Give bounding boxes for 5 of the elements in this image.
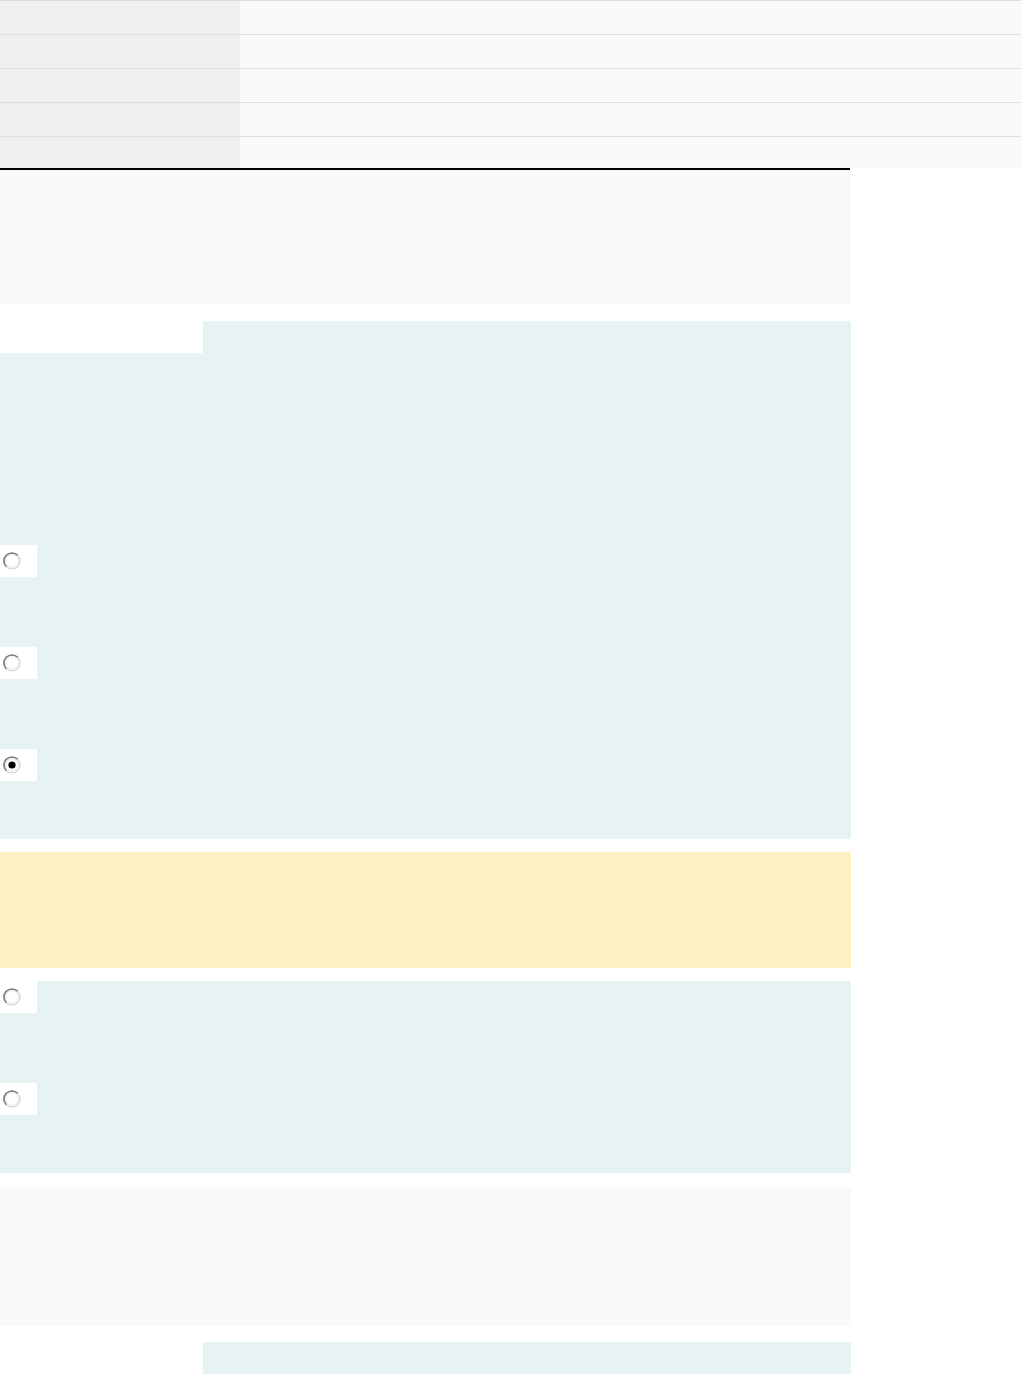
radio-button[interactable] [0,545,37,577]
radio-button[interactable] [0,1083,37,1115]
radio-button[interactable] [0,749,37,781]
radio-button[interactable] [0,647,37,679]
radio-button[interactable] [0,981,37,1013]
